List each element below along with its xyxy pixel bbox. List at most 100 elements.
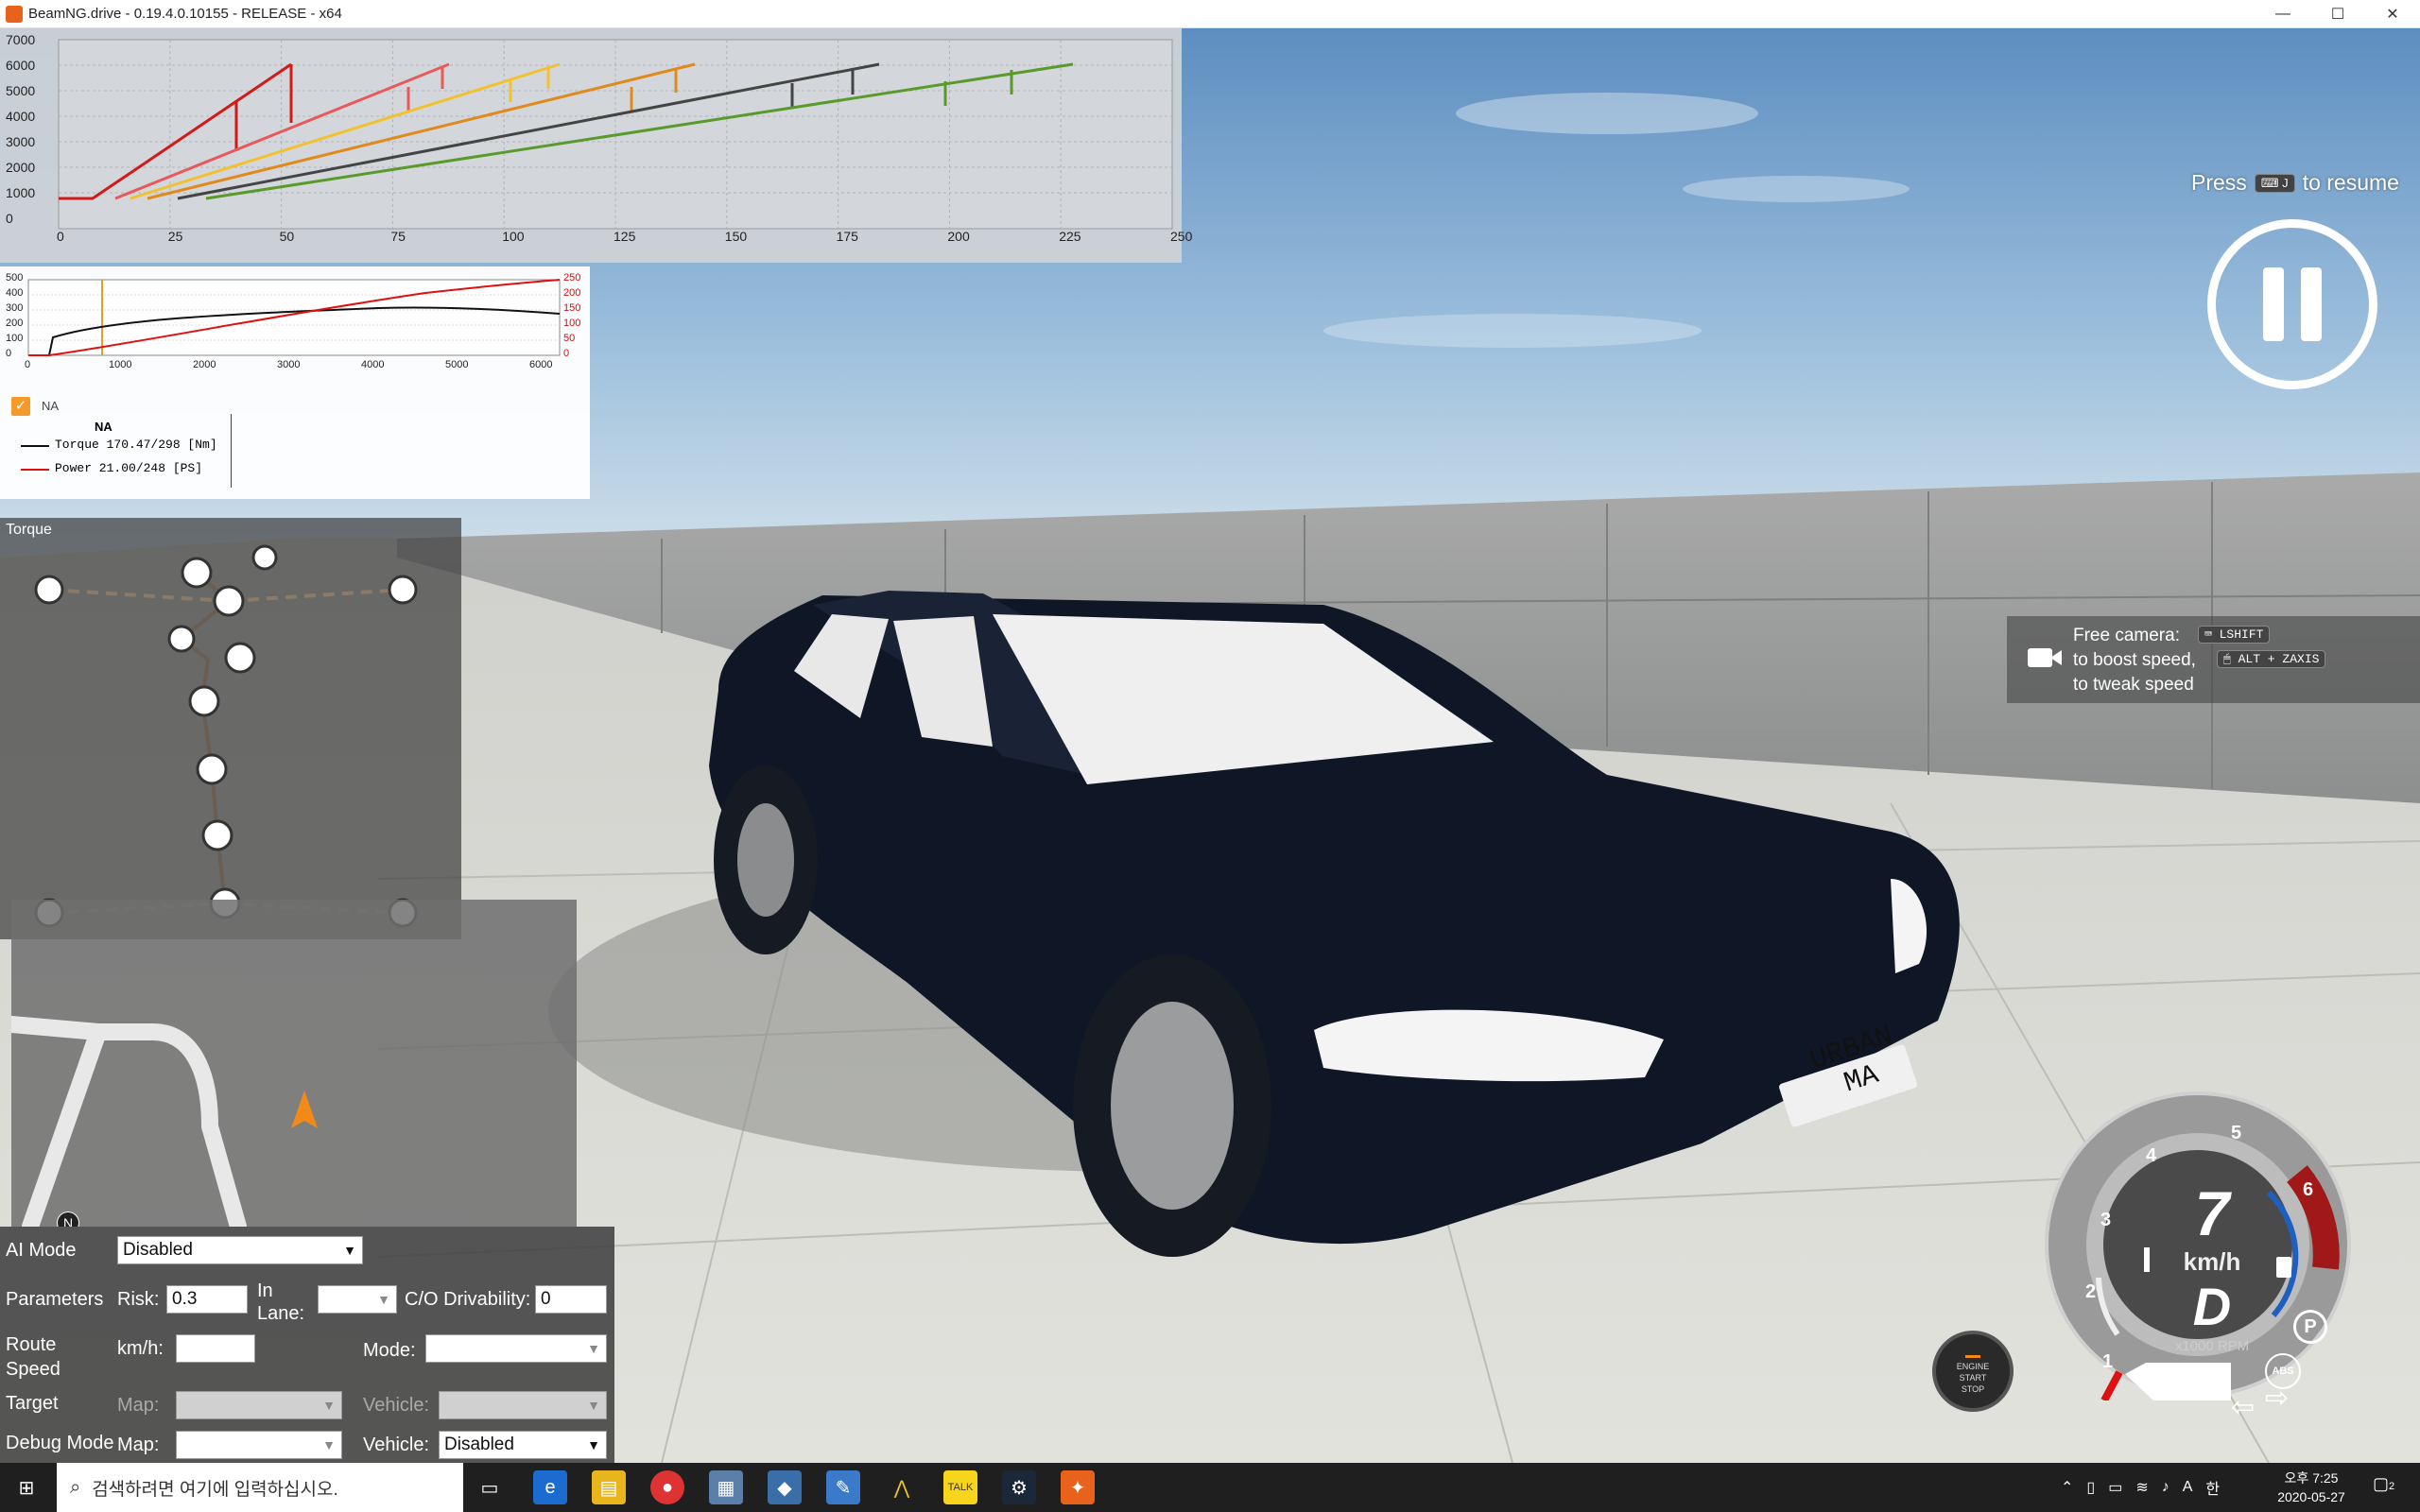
gauge-tick: 4 <box>2146 1145 2157 1166</box>
co-drivability-label: C/O Drivability: <box>405 1289 531 1310</box>
minimap-roads <box>11 1016 318 1227</box>
gearing-y-tick: 2000 <box>6 160 36 175</box>
route-speed-label: Route Speed <box>6 1334 60 1380</box>
power-y-tick: 150 <box>563 302 581 314</box>
speed-mode-select[interactable]: ▼ <box>425 1334 607 1363</box>
resume-hint: Press ⌨ J to resume <box>2191 170 2399 196</box>
volume-icon[interactable]: ♪ <box>2162 1479 2169 1496</box>
ai-mode-value: Disabled <box>123 1240 193 1260</box>
rpm-label: x1000 RPM <box>2174 1338 2250 1354</box>
player-arrow <box>291 1091 318 1128</box>
gearing-x-tick: 175 <box>836 229 858 244</box>
file-explorer-icon[interactable]: ▤ <box>592 1470 626 1504</box>
pause-button[interactable] <box>2207 219 2377 389</box>
route-speed-input[interactable] <box>176 1334 255 1363</box>
gauge-tick: 1 <box>2102 1351 2114 1372</box>
usb-icon[interactable]: ▯ <box>2086 1478 2095 1497</box>
chevron-down-icon: ▼ <box>587 1398 600 1413</box>
gauge-tick: 6 <box>2303 1179 2314 1200</box>
torque-y-tick: 100 <box>6 333 24 344</box>
clock-time: 오후 7:25 <box>2284 1470 2339 1486</box>
gearing-y-tick: 1000 <box>6 185 36 200</box>
engine-label: ENGINE <box>1956 1362 1990 1371</box>
to-resume-text: to resume <box>2302 170 2399 195</box>
gearing-x-tick: 200 <box>947 229 970 244</box>
graph-app-icon[interactable]: ⋀ <box>885 1470 919 1504</box>
target-vehicle-label: Vehicle: <box>363 1395 430 1416</box>
powertrain-panel: Torque <box>0 518 461 939</box>
gearing-x-tick: 0 <box>57 229 64 244</box>
temperature-icon <box>2144 1247 2150 1272</box>
photos-icon[interactable]: ▦ <box>709 1470 743 1504</box>
python-icon[interactable]: ◆ <box>768 1470 802 1504</box>
in-lane-select[interactable]: ▼ <box>318 1285 397 1314</box>
rpm-x-tick: 4000 <box>361 359 385 370</box>
in-lane-label: In Lane: <box>257 1280 305 1324</box>
camera-icon <box>2028 648 2052 667</box>
wifi-icon[interactable]: ≋ <box>2135 1478 2148 1497</box>
minimize-button[interactable]: — <box>2256 0 2310 27</box>
ai-mode-select[interactable]: Disabled ▼ <box>117 1236 363 1264</box>
legend-power: Power 21.00/248 [PS] <box>55 461 203 475</box>
torque-swatch <box>21 445 49 447</box>
clock[interactable]: 오후 7:25 2020-05-27 <box>2269 1469 2354 1506</box>
right-signal-icon: ⇨ <box>2265 1383 2290 1414</box>
maximize-button[interactable]: ☐ <box>2310 0 2365 27</box>
system-tray: ⌃ ▯ ▭ ≋ ♪ A 한 <box>2061 1463 2220 1512</box>
steam-icon[interactable]: ⚙ <box>1002 1470 1036 1504</box>
na-checkbox[interactable]: ✓ <box>11 397 30 416</box>
power-y-tick: 0 <box>563 348 570 359</box>
rpm-x-tick: 6000 <box>529 359 553 370</box>
speed-unit: km/h <box>2183 1247 2241 1276</box>
clock-date: 2020-05-27 <box>2277 1489 2345 1504</box>
engine-indicator <box>1965 1355 1980 1358</box>
free-camera-line3: to tweak speed <box>2073 675 2194 695</box>
pause-icon-bar-right <box>2301 267 2322 341</box>
torque-y-tick: 400 <box>6 287 24 299</box>
debug-map-select[interactable]: ▼ <box>176 1431 342 1459</box>
risk-label: Risk: <box>117 1289 160 1310</box>
windows-taskbar: ⊞ ⌕ 검색하려면 여기에 입력하십시오. ▭ e ▤ ● ▦ ◆ ✎ ⋀ TA… <box>0 1463 2420 1512</box>
target-map-select[interactable]: ▼ <box>176 1391 342 1419</box>
engine-start-stop-button[interactable]: ENGINE START STOP <box>1932 1331 2014 1412</box>
target-label: Target <box>6 1393 59 1414</box>
power-y-tick: 250 <box>563 272 581 284</box>
beamng-taskbar-icon[interactable]: ✦ <box>1061 1470 1095 1504</box>
powertrain-diagram <box>34 544 418 928</box>
co-drivability-input[interactable]: 0 <box>535 1285 607 1314</box>
task-view-icon[interactable]: ▭ <box>473 1470 507 1504</box>
na-checkbox-label: NA <box>42 399 60 413</box>
notification-icon[interactable]: ▢2 <box>2373 1474 2399 1501</box>
left-signal-icon: ⇦ <box>2231 1392 2256 1423</box>
tray-expand-icon[interactable]: ⌃ <box>2061 1478 2073 1497</box>
legend-title: NA <box>95 420 112 434</box>
close-button[interactable]: ✕ <box>2365 0 2420 27</box>
ime-indicator[interactable]: 한 <box>2205 1476 2220 1499</box>
parameters-label: Parameters <box>6 1289 104 1310</box>
language-indicator[interactable]: A <box>2183 1479 2193 1496</box>
taskbar-search-box[interactable]: ⌕ 검색하려면 여기에 입력하십시오. <box>57 1463 463 1512</box>
gearing-x-tick: 150 <box>724 229 748 244</box>
gearing-x-tick: 125 <box>614 229 636 244</box>
notes-icon[interactable]: ✎ <box>826 1470 860 1504</box>
start-label: START <box>1959 1373 1987 1383</box>
stop-label: STOP <box>1961 1384 1985 1394</box>
legend-torque: Torque 170.47/298 [Nm] <box>55 438 217 452</box>
kmh-label: km/h: <box>117 1338 164 1359</box>
chrome-icon[interactable]: ● <box>650 1470 684 1504</box>
minimap[interactable]: N <box>11 900 577 1227</box>
gearing-y-tick: 6000 <box>6 58 36 73</box>
kakaotalk-icon[interactable]: TALK <box>943 1470 977 1504</box>
gearing-chart-panel: 7000 6000 5000 4000 3000 2000 1000 0 0 25 50 75 100… <box>0 28 1192 263</box>
debug-vehicle-select[interactable]: Disabled ▼ <box>439 1431 607 1459</box>
windows-start-icon[interactable]: ⊞ <box>9 1470 43 1504</box>
gearing-x-tick: 225 <box>1059 229 1081 244</box>
edge-icon[interactable]: e <box>533 1470 567 1504</box>
notification-count: 2 <box>2389 1481 2395 1492</box>
power-y-tick: 200 <box>563 287 581 299</box>
fuel-icon <box>2276 1257 2291 1278</box>
torque-y-tick: 200 <box>6 318 24 329</box>
battery-icon[interactable]: ▭ <box>2108 1478 2122 1497</box>
target-vehicle-select[interactable]: ▼ <box>439 1391 607 1419</box>
risk-input[interactable]: 0.3 <box>166 1285 248 1314</box>
